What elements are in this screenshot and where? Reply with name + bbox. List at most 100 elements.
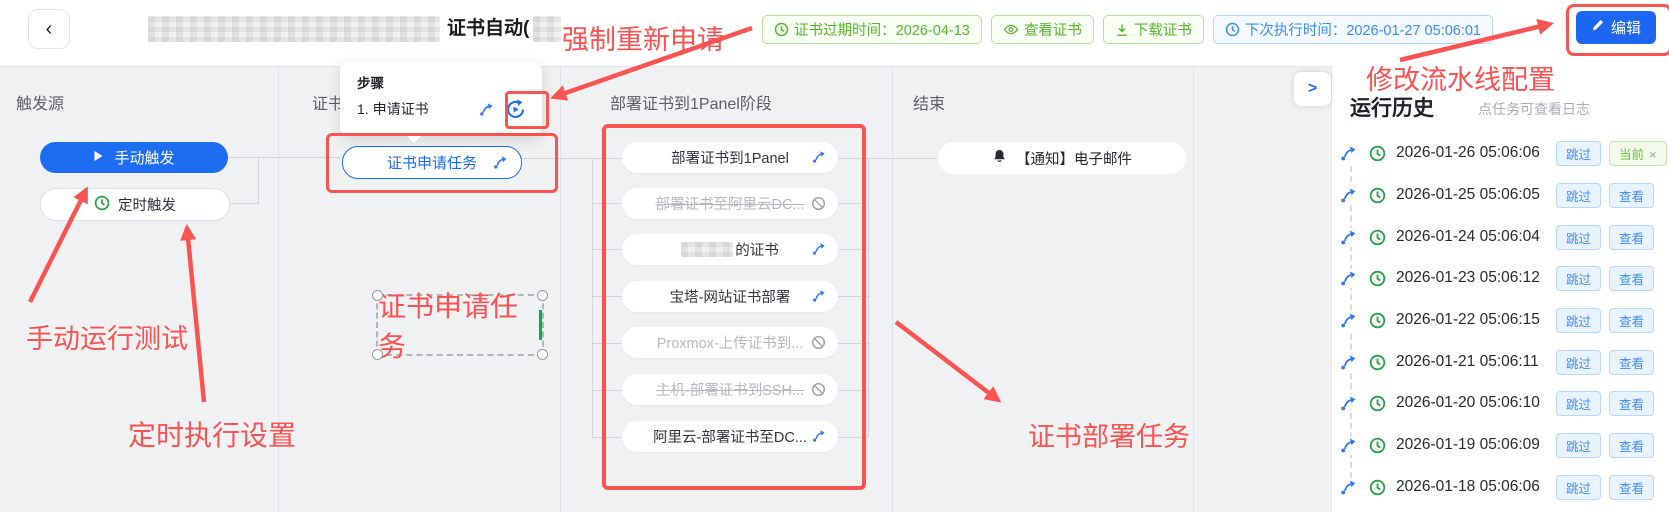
history-row[interactable]: 2026-01-25 05:06:05 跳过 查看: [1338, 181, 1654, 209]
branch-icon[interactable]: [479, 102, 494, 122]
skip-badge[interactable]: 跳过: [1556, 183, 1601, 208]
connector-line: [592, 390, 622, 391]
deploy-task-node[interactable]: 部署证书至阿里云DC...: [622, 188, 838, 219]
eye-icon: [1003, 22, 1019, 37]
play-icon: [93, 149, 104, 166]
manual-trigger-button[interactable]: 手动触发: [40, 142, 228, 173]
view-badge[interactable]: 查看: [1609, 308, 1654, 333]
deploy-task-node[interactable]: 主机-部署证书到SSH...: [622, 374, 838, 405]
branch-icon: [1338, 186, 1359, 205]
cert-expiry-badge: 证书过期时间：2026-04-13: [762, 15, 982, 44]
view-badge[interactable]: 查看: [1609, 183, 1654, 208]
skip-badge[interactable]: 跳过: [1556, 475, 1601, 500]
column-header-deploy: 部署证书到1Panel阶段: [610, 90, 772, 114]
connector-line: [592, 158, 593, 437]
history-datetime: 2026-01-25 05:06:05: [1396, 186, 1548, 204]
title-redacted-block-2: [533, 16, 561, 42]
deploy-task-node[interactable]: Proxmox-上传证书到...: [622, 327, 838, 358]
history-row[interactable]: 2026-01-20 05:06:10 跳过 查看: [1338, 389, 1654, 417]
cert-apply-task-node[interactable]: 证书申请任务: [342, 146, 522, 179]
connector-line: [838, 437, 868, 438]
current-badge[interactable]: 当前×: [1609, 141, 1667, 166]
connector-line: [592, 343, 622, 344]
branch-icon: [1338, 353, 1359, 372]
selection-handle[interactable]: [537, 290, 548, 301]
text-caret: [539, 310, 542, 340]
clock-icon: [1367, 311, 1388, 330]
schedule-trigger-button[interactable]: 定时触发: [40, 188, 230, 221]
history-row[interactable]: 2026-01-24 05:06:04 跳过 查看: [1338, 223, 1654, 251]
prohibit-icon: [811, 335, 826, 354]
branch-icon: [812, 289, 826, 307]
history-row[interactable]: 2026-01-18 05:06:06 跳过 查看: [1338, 473, 1654, 501]
certificate-pipeline-page: ‹ 证书自动( 证书过期时间：2026-04-13 查看证书 下载证书 下次执行…: [0, 0, 1669, 512]
deploy-task-node[interactable]: 宝塔-网站证书部署: [622, 281, 838, 312]
connector-line: [838, 343, 868, 344]
connector-line: [838, 390, 868, 391]
view-badge[interactable]: 查看: [1609, 225, 1654, 250]
connector-line: [838, 203, 868, 204]
selection-handle[interactable]: [372, 349, 383, 360]
column-divider: [560, 66, 561, 512]
clock-icon: [1367, 186, 1388, 205]
deploy-task-node[interactable]: 阿里云-部署证书至DC...: [622, 421, 838, 452]
annotation-cert-deploy-task: 证书部署任务: [1028, 415, 1190, 454]
clock-icon: [1367, 478, 1388, 497]
annotation-selection-box[interactable]: 证书申请任务: [376, 294, 544, 356]
download-cert-button[interactable]: 下载证书: [1103, 15, 1204, 44]
history-datetime: 2026-01-23 05:06:12: [1396, 269, 1548, 287]
branch-icon: [1338, 144, 1359, 163]
view-badge[interactable]: 查看: [1609, 475, 1654, 500]
branch-icon: [812, 150, 826, 168]
skip-badge[interactable]: 跳过: [1556, 266, 1601, 291]
view-badge[interactable]: 查看: [1609, 350, 1654, 375]
view-cert-button[interactable]: 查看证书: [991, 15, 1094, 44]
branch-icon: [1338, 478, 1359, 497]
history-row[interactable]: 2026-01-19 05:06:09 跳过 查看: [1338, 431, 1654, 459]
page-title: 证书自动(: [447, 13, 529, 40]
history-row[interactable]: 2026-01-22 05:06:15 跳过 查看: [1338, 306, 1654, 334]
back-button[interactable]: ‹: [28, 9, 70, 49]
deploy-task-node[interactable]: 的证书: [622, 234, 838, 265]
skip-badge[interactable]: 跳过: [1556, 141, 1601, 166]
history-row[interactable]: 2026-01-23 05:06:12 跳过 查看: [1338, 264, 1654, 292]
clock-icon: [1225, 22, 1240, 37]
edit-button[interactable]: 编辑: [1576, 11, 1656, 44]
notify-email-node[interactable]: 【通知】电子邮件: [938, 142, 1186, 174]
skip-badge[interactable]: 跳过: [1556, 308, 1601, 333]
deploy-task-node[interactable]: 部署证书到1Panel: [622, 142, 838, 173]
connector-line: [592, 437, 622, 438]
clock-icon: [1367, 144, 1388, 163]
close-icon[interactable]: ×: [1649, 147, 1657, 162]
history-datetime: 2026-01-20 05:06:10: [1396, 394, 1548, 412]
column-header-end: 结束: [913, 90, 945, 114]
annotation-manual-run-test: 手动运行测试: [26, 317, 188, 356]
connector-line: [228, 203, 258, 204]
clock-icon: [1367, 228, 1388, 247]
column-divider: [892, 66, 893, 512]
skip-badge[interactable]: 跳过: [1556, 433, 1601, 458]
history-row[interactable]: 2026-01-21 05:06:11 跳过 查看: [1338, 348, 1654, 376]
bell-icon: [992, 148, 1007, 168]
rerun-history-icon[interactable]: [505, 99, 526, 125]
branch-icon: [1338, 436, 1359, 455]
skip-badge[interactable]: 跳过: [1556, 391, 1601, 416]
history-datetime: 2026-01-21 05:06:11: [1396, 353, 1548, 371]
collapse-panel-button[interactable]: >: [1294, 72, 1331, 106]
selection-handle[interactable]: [372, 290, 383, 301]
history-datetime: 2026-01-22 05:06:15: [1396, 311, 1548, 329]
tooltip-step-label: 1. 申请证书: [357, 99, 429, 119]
connector-line: [868, 158, 869, 437]
view-badge[interactable]: 查看: [1609, 433, 1654, 458]
branch-icon: [1338, 269, 1359, 288]
view-badge[interactable]: 查看: [1609, 391, 1654, 416]
view-badge[interactable]: 查看: [1609, 266, 1654, 291]
connector-line: [228, 157, 342, 158]
selection-handle[interactable]: [537, 349, 548, 360]
history-datetime: 2026-01-19 05:06:09: [1396, 436, 1548, 454]
skip-badge[interactable]: 跳过: [1556, 350, 1601, 375]
pencil-icon: [1591, 19, 1604, 36]
history-row[interactable]: 2026-01-26 05:06:06 跳过 当前×: [1338, 139, 1667, 167]
skip-badge[interactable]: 跳过: [1556, 225, 1601, 250]
connector-line: [592, 203, 622, 204]
